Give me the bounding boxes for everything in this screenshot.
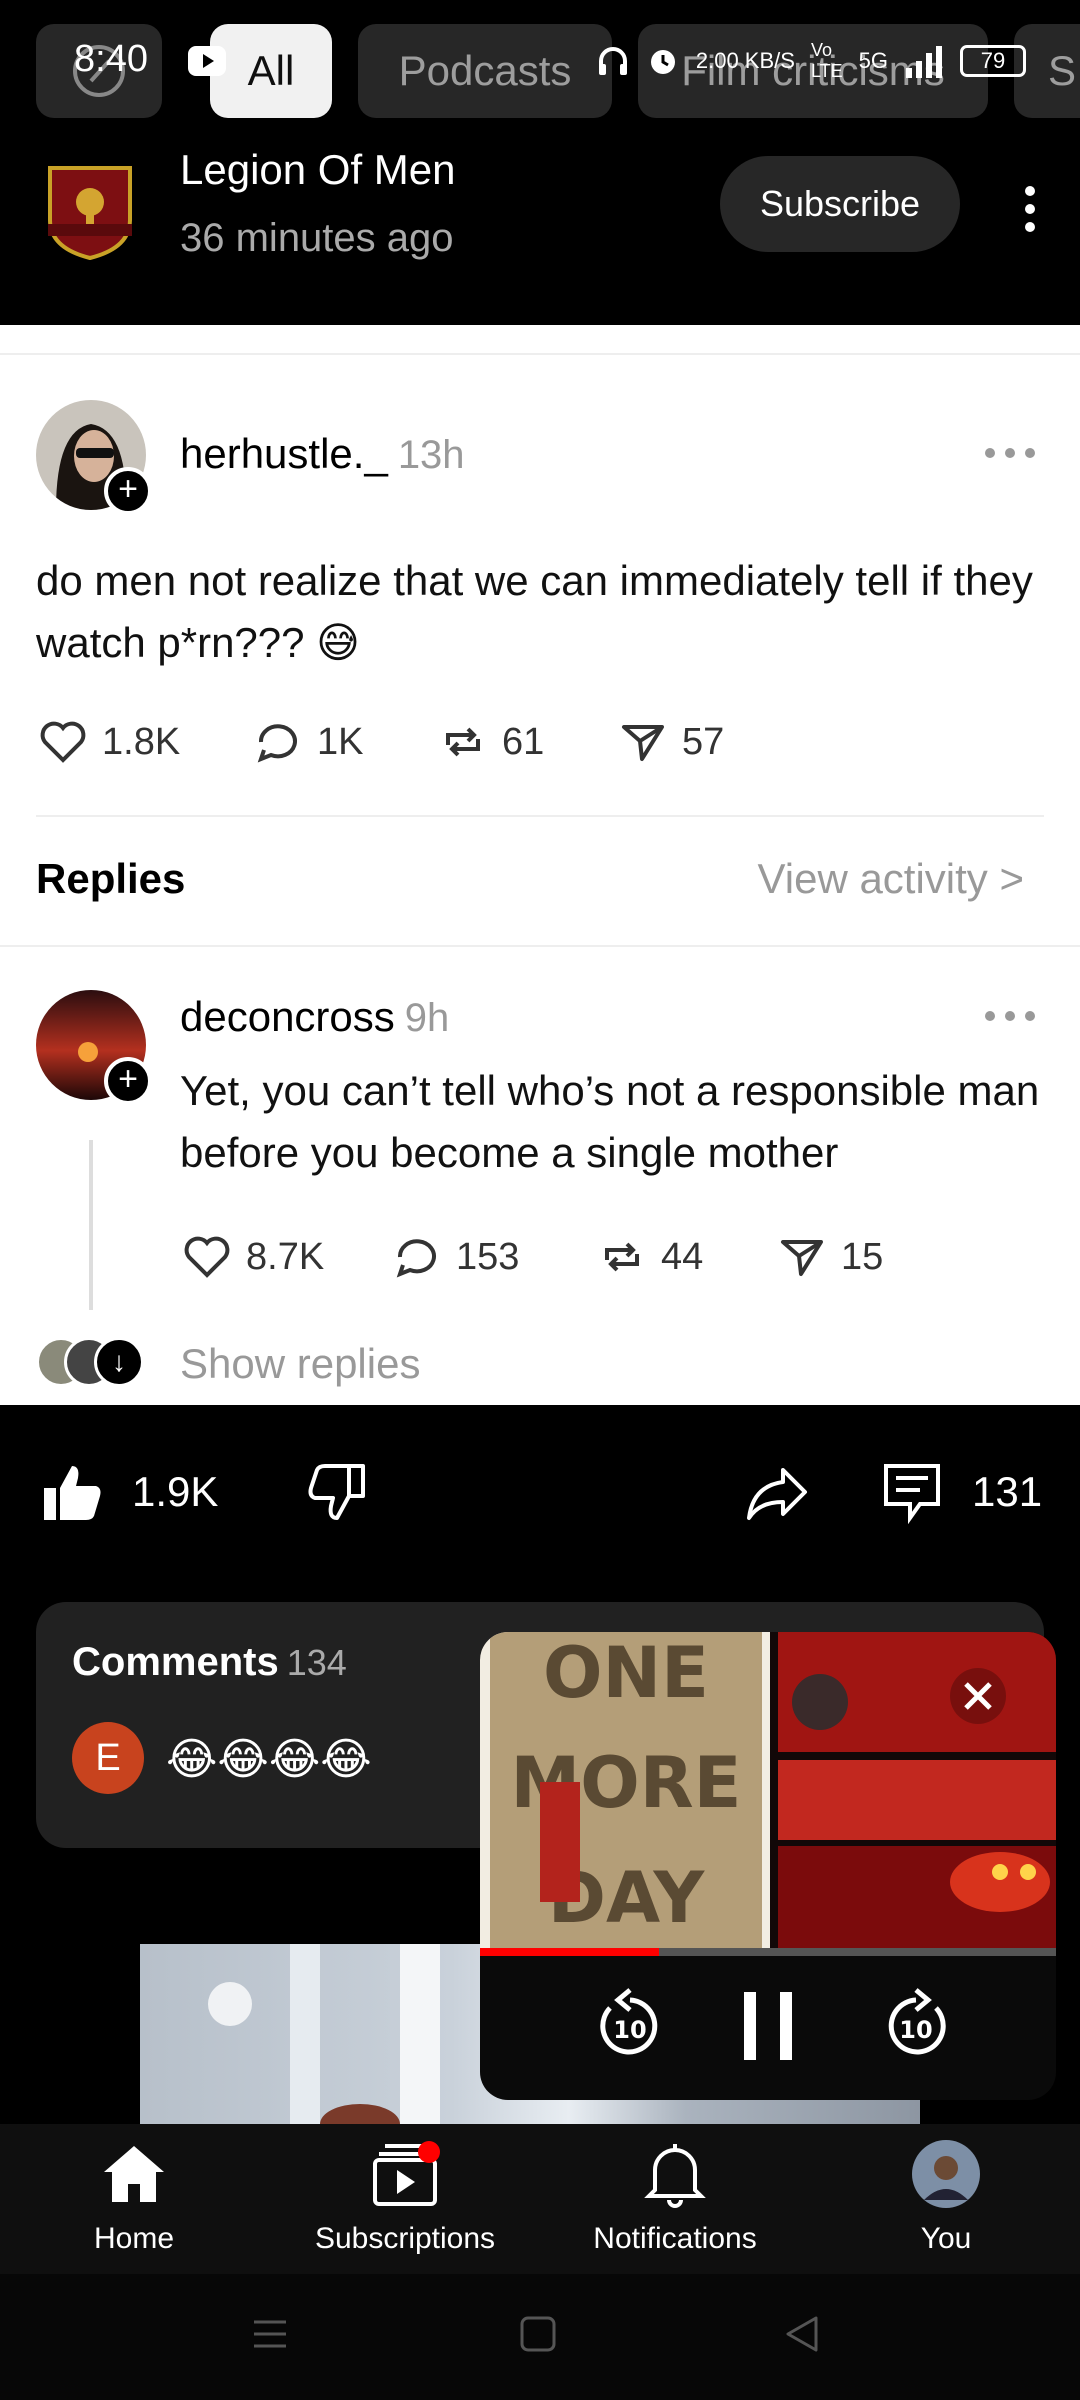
- pause-icon[interactable]: [728, 1986, 808, 2066]
- post-author: herhustle._ 13h: [180, 430, 465, 477]
- show-replies-link: Show replies: [180, 1340, 421, 1387]
- post-stats: 1.8K 1K 61 57: [36, 715, 724, 769]
- avatar: E: [72, 1722, 144, 1794]
- post-text: do men not realize that we can immediate…: [36, 557, 1033, 666]
- avatar: [912, 2140, 980, 2208]
- forward-10-icon[interactable]: 10: [876, 1986, 956, 2066]
- divider: [0, 945, 1080, 947]
- replies-heading: Replies: [36, 855, 186, 902]
- post-time-ago: 36 minutes ago: [180, 216, 454, 260]
- comment-bubble-icon: [257, 724, 297, 763]
- thumbs-down-icon: [308, 1464, 365, 1520]
- close-icon[interactable]: [950, 1668, 1006, 1724]
- comments-title: Comments 134: [72, 1640, 347, 1684]
- comments-button[interactable]: 131: [880, 1460, 1042, 1524]
- reply-avatars: ↓: [36, 1337, 146, 1387]
- repost-stat: 44: [595, 1230, 775, 1284]
- repost-icon: [605, 1242, 639, 1272]
- reply-text: Yet, you can’t tell who’s not a responsi…: [180, 1067, 1040, 1176]
- channel-logo[interactable]: [40, 160, 140, 260]
- view-activity-link: View activity >: [757, 855, 1025, 902]
- bottom-navigation: Home Subscriptions Notifications You: [0, 2124, 1080, 2274]
- nav-you[interactable]: You: [836, 2138, 1056, 2268]
- divider: [0, 353, 1080, 355]
- volte-icon: Vo LTE: [810, 40, 843, 81]
- follow-plus-icon: +: [104, 1057, 152, 1105]
- notification-dot: [418, 2141, 440, 2163]
- net-speed: 2.00 KB/S: [695, 48, 795, 73]
- share-button[interactable]: [745, 1460, 809, 1524]
- thread-line: [89, 1140, 93, 1310]
- mini-art-line-1: ONE: [543, 1632, 709, 1714]
- video-actions: 1.9K 131: [0, 1420, 1080, 1570]
- system-navigation-bar: [0, 2274, 1080, 2400]
- home-icon: [104, 2146, 164, 2202]
- reply-author: deconcross 9h: [180, 993, 450, 1040]
- post-more-icon: [985, 448, 1035, 460]
- comment-bubble-icon: [396, 1239, 436, 1278]
- channel-header: Legion Of Men 36 minutes ago Subscribe: [0, 140, 1080, 325]
- mini-player-controls: 10 10: [480, 1962, 1056, 2100]
- heart-icon: [40, 721, 86, 763]
- share-stat: 15: [775, 1230, 883, 1284]
- rewind-10-icon[interactable]: 10: [590, 1986, 670, 2066]
- bell-icon: [644, 2144, 706, 2208]
- network-type: 5G: [858, 48, 888, 73]
- thumbs-up-icon: [44, 1466, 101, 1520]
- comment-icon: [884, 1464, 940, 1524]
- svg-text:10: 10: [899, 2016, 932, 2044]
- arrow-down-icon: ↓: [94, 1337, 144, 1387]
- comments-stat: 1K: [251, 715, 436, 769]
- svg-text:10: 10: [613, 2016, 646, 2044]
- channel-name[interactable]: Legion Of Men: [180, 146, 456, 194]
- send-icon: [781, 1240, 823, 1276]
- like-button[interactable]: 1.9K: [40, 1460, 218, 1524]
- status-bar: All Podcasts Film criticisms S 8:40 2.00…: [0, 0, 1080, 130]
- back-icon[interactable]: [782, 2314, 822, 2354]
- community-post-image: + herhustle._ 13h do men not realize that…: [0, 325, 1080, 1405]
- recents-icon[interactable]: [250, 2314, 290, 2354]
- chip-all[interactable]: All: [210, 24, 332, 118]
- home-system-icon[interactable]: [518, 2314, 558, 2354]
- chip-podcasts[interactable]: Podcasts: [358, 24, 612, 118]
- mini-player-progress: [480, 1948, 1056, 1956]
- likes-stat: 8.7K: [180, 1230, 390, 1284]
- nav-notifications[interactable]: Notifications: [565, 2138, 785, 2268]
- status-icons: 2.00 KB/S Vo LTE 5G 79: [596, 40, 1026, 82]
- share-stat: 57: [616, 715, 724, 769]
- divider: [36, 815, 1044, 817]
- reply-stats: 8.7K 153 44 15: [180, 1230, 883, 1284]
- headphones-icon: [598, 47, 627, 75]
- dislike-button[interactable]: [305, 1460, 369, 1524]
- repost-stat: 61: [436, 715, 616, 769]
- alarm-icon: [650, 50, 675, 74]
- subscriptions-icon: [373, 2141, 440, 2206]
- subscribe-button[interactable]: Subscribe: [720, 156, 960, 252]
- mini-player[interactable]: ONE MORE DAY 10 10: [480, 1632, 1056, 2100]
- top-comment-text: 😂😂😂😂: [166, 1735, 372, 1784]
- repost-icon: [446, 727, 480, 757]
- battery-icon: 79: [960, 45, 1026, 77]
- comments-stat: 153: [390, 1230, 595, 1284]
- follow-plus-icon: +: [104, 467, 152, 515]
- reply-more-icon: [985, 1011, 1035, 1023]
- signal-icon: [906, 46, 942, 78]
- status-time: 8:40: [74, 38, 148, 80]
- send-icon: [622, 725, 664, 761]
- share-icon: [747, 1468, 807, 1520]
- youtube-notification-icon: [188, 46, 226, 76]
- likes-stat: 1.8K: [36, 715, 251, 769]
- nav-subscriptions[interactable]: Subscriptions: [295, 2138, 515, 2268]
- nav-home[interactable]: Home: [24, 2138, 244, 2268]
- more-options-icon[interactable]: [1020, 180, 1040, 240]
- heart-icon: [184, 1236, 230, 1278]
